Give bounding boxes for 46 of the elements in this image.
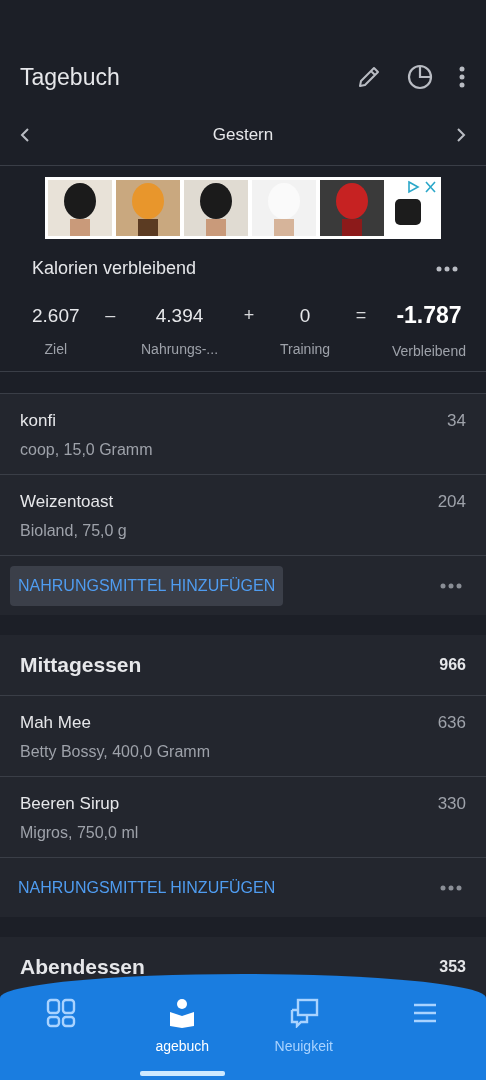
calorie-count: 34 [447,410,466,432]
card-title: Kalorien verbleibend [32,257,197,280]
chevron-right-icon [456,127,466,144]
value-label: Nahrungs-... [141,339,219,359]
food-detail: coop, 15,0 Gramm [20,439,153,460]
calorie-count: 330 [437,793,466,815]
operator-sign: – [105,304,116,327]
meal-total: 966 [439,655,466,675]
edit-button[interactable] [356,64,382,90]
value-label: Verbleibend [392,341,466,361]
more-button[interactable] [458,64,466,90]
add-food-button[interactable]: NAHRUNGSMITTEL HINZUFÜGEN [10,867,284,908]
food-detail: Betty Bossy, 400,0 Gramm [20,741,210,762]
calorie-count: 636 [437,712,466,734]
food-name: Beeren Sirup [20,793,121,815]
add-food-button[interactable]: NAHRUNGSMITTEL HINZUFÜGEN [10,565,284,606]
calorie-value: 4.394 [155,304,204,328]
food-detail: Migros, 750,0 ml [20,822,139,843]
food-name: Mah Mee [20,712,92,734]
food-detail: Bioland, 75,0 g [20,520,127,541]
calorie-count: 204 [437,491,466,513]
nav-tab[interactable]: Neuigkeit [243,974,365,1080]
more-vertical-icon [458,65,466,90]
remaining-value: -1.787 [396,301,462,330]
operator-sign: + [243,304,255,327]
calorie-value: 0 [299,304,311,328]
more-horizontal-icon [436,266,458,273]
chevron-left-icon [20,127,30,144]
meal-total: 353 [439,957,466,977]
grid-icon [45,998,76,1028]
chat-bubbles-icon [288,998,319,1028]
pie-chart-icon [406,63,434,91]
value-label: Training [280,339,331,359]
meal-title: Mittagessen [20,652,142,679]
food-name: Weizentoast [20,491,115,513]
chart-button[interactable] [406,63,434,91]
more-horizontal-icon [440,885,462,892]
screen-title: Tagebuch [20,62,121,92]
calorie-value: 2.607 [32,304,80,328]
date-label: Gestern [212,123,274,146]
more-horizontal-icon [440,583,462,590]
food-name: konfi [20,410,57,432]
pencil-icon [356,64,382,90]
ad-choices-icon [407,180,437,194]
value-label: Ziel [44,339,68,359]
operator-sign: = [355,304,367,327]
